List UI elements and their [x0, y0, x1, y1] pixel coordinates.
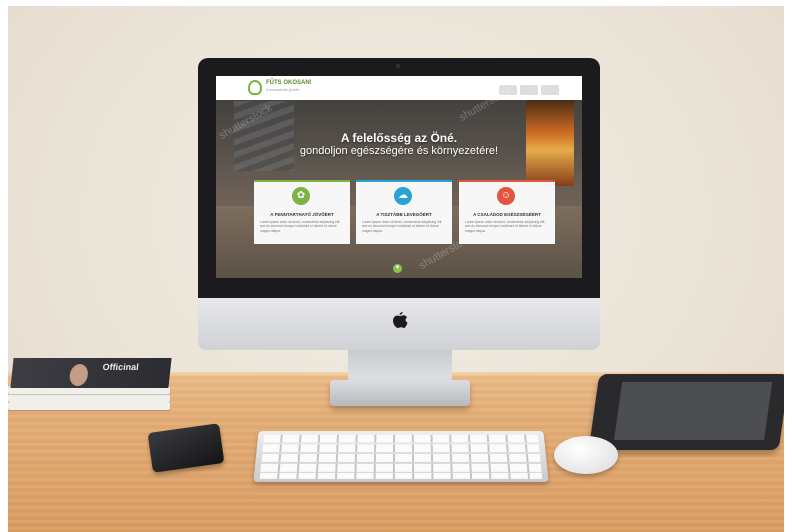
photo-scene: Officinal FŰTS OKOSAN! A fenntartható jö…	[8, 6, 784, 532]
card-family-health[interactable]: ☺ A CSALÁDOD EGÉSZSÉGÉÉRT Lorem ipsum do…	[459, 180, 555, 244]
apple-logo-icon	[393, 312, 408, 328]
card-title: A CSALÁDOD EGÉSZSÉGÉÉRT	[473, 212, 541, 217]
keyboard	[253, 431, 549, 482]
logo-subtitle: A fenntartható jövőért	[266, 88, 300, 92]
cloud-icon: ☁	[394, 187, 412, 205]
card-text: Lorem ipsum dolor sit amet, consectetur …	[362, 220, 443, 233]
logo-title[interactable]: FŰTS OKOSAN!	[266, 80, 312, 86]
card-text: Lorem ipsum dolor sit amet, consectetur …	[465, 220, 546, 233]
family-icon: ☺	[497, 187, 515, 205]
card-text: Lorem ipsum dolor sit amet, consectetur …	[260, 220, 341, 233]
magic-mouse	[554, 436, 618, 474]
camera-icon	[396, 64, 400, 68]
card-sustainable[interactable]: ✿ A FENNTARTHATÓ JÖVŐÉRT Lorem ipsum dol…	[254, 180, 350, 244]
tablet	[588, 374, 784, 450]
hero-subtitle: gondoljon egészségére és környezetére!	[299, 145, 499, 157]
scroll-down-button[interactable]: ▼	[393, 264, 402, 273]
hero-title: A felelősség az Öné.	[340, 131, 458, 145]
imac-stand-neck	[348, 350, 452, 384]
card-clean-air[interactable]: ☁ A TISZTÁBB LEVEGŐÉRT Lorem ipsum dolor…	[356, 180, 452, 244]
site-header: FŰTS OKOSAN! A fenntartható jövőért	[216, 76, 582, 100]
imac-stand-foot	[330, 380, 470, 406]
imac-screen: FŰTS OKOSAN! A fenntartható jövőért A fe…	[216, 76, 582, 278]
magazine-cover: Officinal	[10, 358, 172, 388]
logo-icon[interactable]	[248, 80, 262, 95]
leaf-icon: ✿	[292, 187, 310, 205]
partner-logo[interactable]	[541, 85, 559, 95]
imac-chin	[198, 298, 600, 350]
magazine-title: Officinal	[102, 362, 140, 372]
tablet-screen	[614, 382, 773, 440]
partner-logo[interactable]	[520, 85, 538, 95]
magazine-face	[68, 364, 89, 386]
magazine-stack: Officinal	[8, 358, 172, 414]
